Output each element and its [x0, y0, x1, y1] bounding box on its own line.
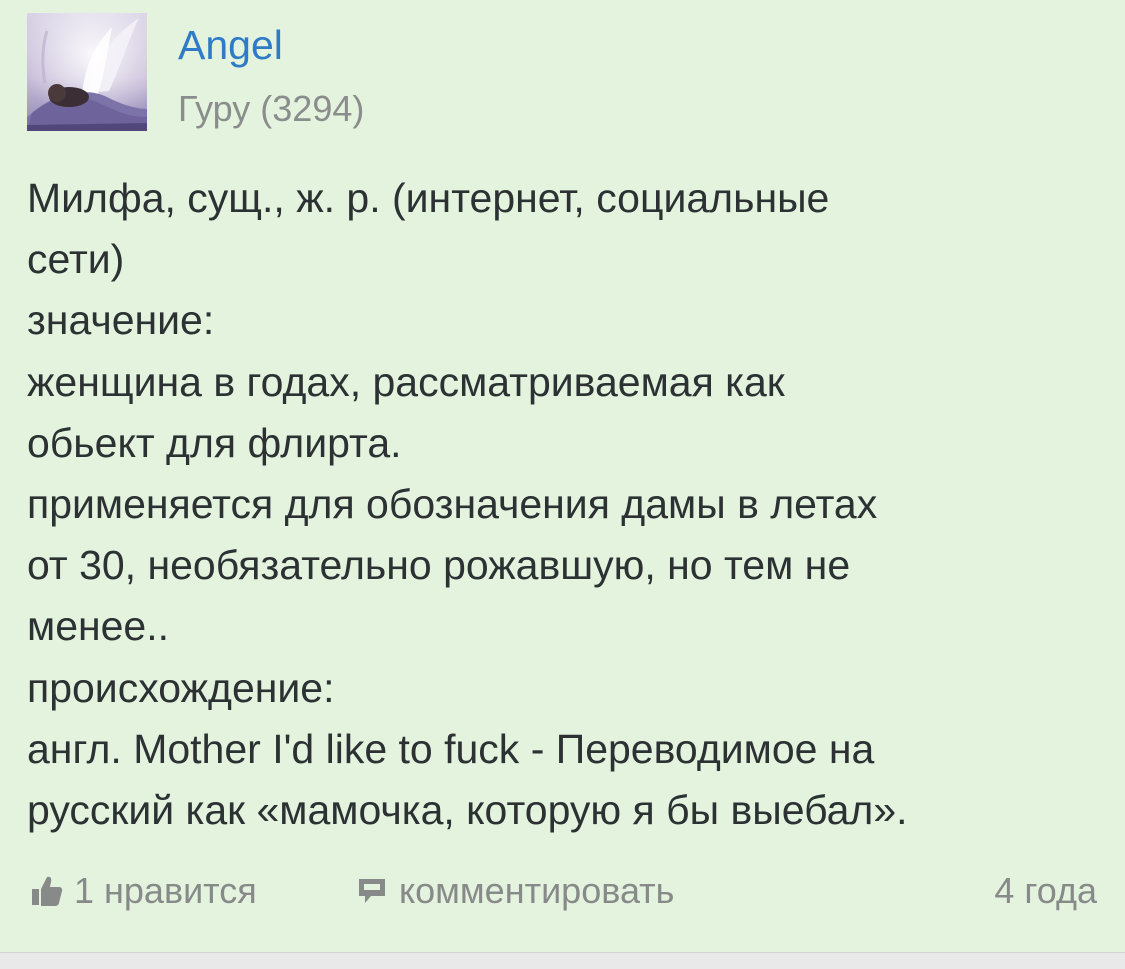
comment-label: комментировать [399, 870, 675, 911]
post-card: Angel Гуру (3294) Милфа, сущ., ж. р. (ин… [0, 0, 1125, 952]
comment-button[interactable]: комментировать [357, 860, 674, 922]
post-line: происхождение: [27, 664, 335, 711]
user-rank: Гуру (3294) [178, 88, 365, 129]
avatar[interactable] [27, 13, 147, 131]
post-footer: 1 нравится комментировать 4 года [0, 860, 1125, 922]
like-button[interactable]: 1 нравится [30, 860, 257, 922]
like-count-label: 1 нравится [74, 870, 257, 911]
divider [0, 952, 1125, 969]
post-line: менее.. [27, 603, 170, 650]
post-line: англ. Mother I'd like to fuck - Переводи… [27, 725, 875, 772]
post-timestamp: 4 года [994, 870, 1097, 911]
post-line: женщина в годах, рассматриваемая как [27, 358, 785, 405]
post-line: применяется для обозначения дамы в летах [27, 481, 878, 528]
post-line: значение: [27, 297, 215, 344]
comment-icon [359, 879, 385, 903]
username-link[interactable]: Angel [178, 20, 283, 70]
post-text: Милфа, сущ., ж. р. (интернет, социальные… [27, 168, 1107, 841]
thumbs-up-icon [32, 876, 63, 906]
post-line: Милфа, сущ., ж. р. (интернет, социальные [27, 175, 830, 221]
avatar-angel-image [27, 13, 147, 131]
post-line: обьект для флирта. [27, 419, 402, 466]
post-line: русский как «мамочка, которую я бы выеба… [27, 787, 908, 834]
post-line: сети) [27, 236, 125, 283]
post-line: от 30, необязательно рожавшую, но тем не [27, 542, 851, 589]
